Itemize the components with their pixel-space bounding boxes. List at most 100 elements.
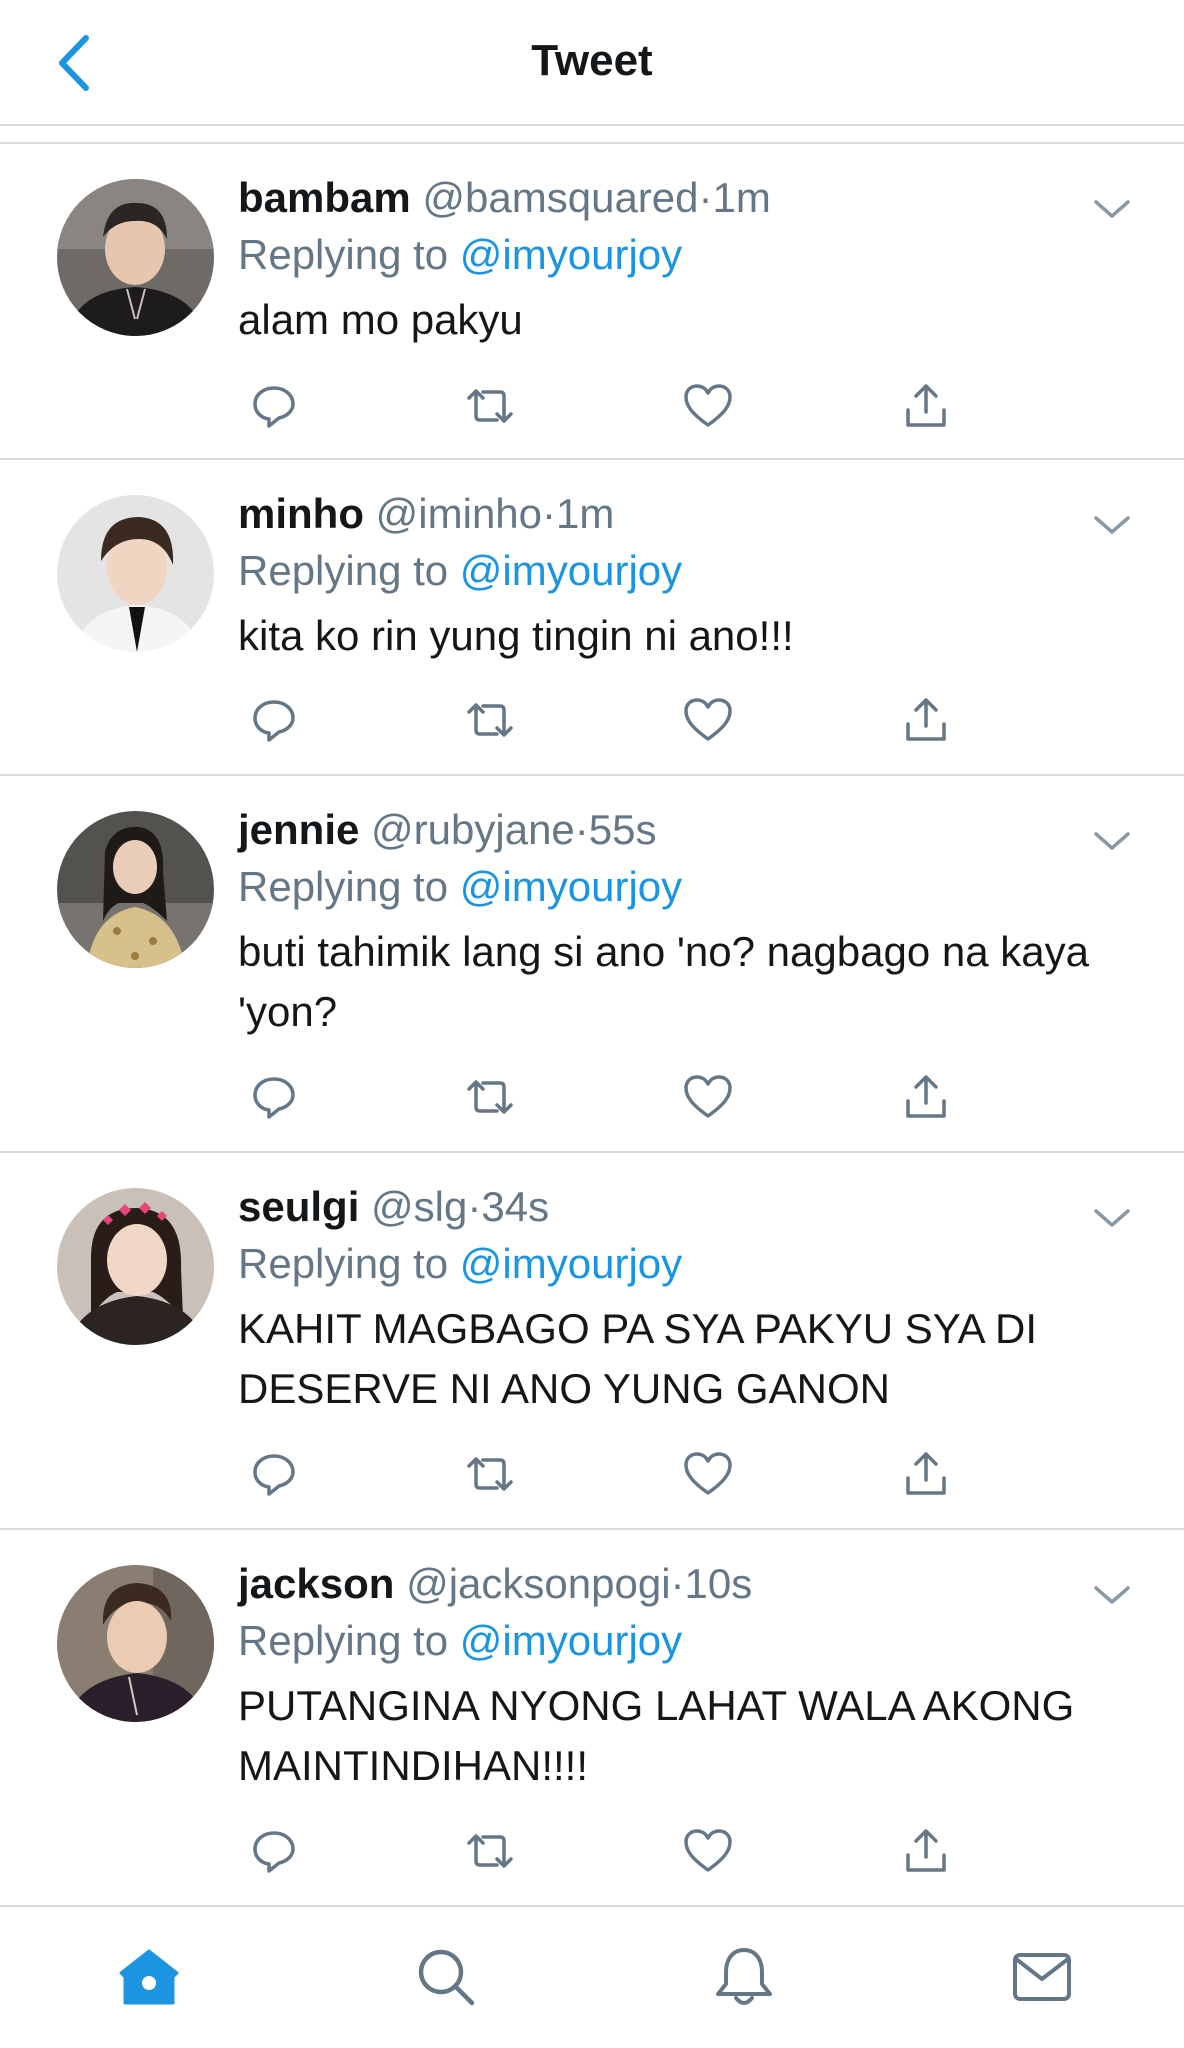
chevron-down-icon [1094, 1209, 1130, 1227]
replying-to-label: Replying to [238, 863, 449, 910]
avatar-image [57, 1565, 214, 1722]
tweet-actions [238, 690, 958, 750]
reply-button[interactable] [244, 1821, 304, 1881]
display-name[interactable]: seulgi [238, 1183, 359, 1230]
reply-icon [253, 386, 295, 428]
user-handle[interactable]: @slg [371, 1183, 467, 1230]
tweet-text: KAHIT MAGBAGO PA SYA PAKYU SYA DI DESERV… [238, 1305, 1038, 1412]
mention-link[interactable]: @imyourjoy [460, 1617, 682, 1664]
display-name[interactable]: bambam [238, 174, 411, 221]
tweet-options-button[interactable] [1092, 1203, 1132, 1233]
replying-to: Replying to @imyourjoy [238, 1235, 1104, 1293]
heart-icon [684, 698, 732, 741]
reply-button[interactable] [244, 376, 304, 436]
separator-dot: · [574, 806, 589, 853]
avatar[interactable] [57, 811, 214, 968]
like-button[interactable] [678, 690, 738, 750]
user-handle[interactable]: @rubyjane [371, 806, 575, 853]
chevron-down-icon [1094, 1586, 1130, 1604]
share-button[interactable] [896, 690, 956, 750]
search-icon [418, 1949, 475, 2006]
heart-icon [684, 1075, 732, 1118]
separator-dot: · [542, 490, 557, 537]
timestamp[interactable]: 34s [481, 1183, 549, 1230]
tweet-meta: bambam @bamsquared·1m [238, 170, 1104, 226]
timestamp[interactable]: 10s [685, 1560, 753, 1607]
timestamp[interactable]: 1m [713, 174, 771, 221]
retweet-button[interactable] [460, 690, 520, 750]
tab-search[interactable] [406, 1937, 486, 2017]
like-button[interactable] [678, 1821, 738, 1881]
share-button[interactable] [896, 1444, 956, 1504]
tweet-content: seulgi @slg·34s Replying to @imyourjoy K… [238, 1179, 1104, 1419]
page-title: Tweet [531, 36, 653, 85]
mention-link[interactable]: @imyourjoy [460, 547, 682, 594]
display-name[interactable]: jackson [238, 1560, 394, 1607]
share-button[interactable] [896, 1067, 956, 1127]
tweet-item[interactable]: minho @iminho·1m Replying to @imyourjoy … [0, 460, 1184, 776]
avatar[interactable] [57, 1188, 214, 1345]
tweet-text: alam mo pakyu [238, 296, 523, 343]
retweet-icon [467, 703, 513, 737]
tweet-options-button[interactable] [1092, 1580, 1132, 1610]
tab-notifications[interactable] [704, 1937, 784, 2017]
like-button[interactable] [678, 376, 738, 436]
heart-icon [684, 384, 732, 427]
reply-button[interactable] [244, 690, 304, 750]
tweet-item[interactable]: seulgi @slg·34s Replying to @imyourjoy K… [0, 1153, 1184, 1530]
tweet-content: minho @iminho·1m Replying to @imyourjoy … [238, 486, 1104, 666]
timestamp[interactable]: 55s [589, 806, 657, 853]
mention-link[interactable]: @imyourjoy [460, 1240, 682, 1287]
avatar-image [57, 495, 214, 652]
retweet-icon [467, 1834, 513, 1868]
display-name[interactable]: minho [238, 490, 364, 537]
tweet-meta: jennie @rubyjane·55s [238, 802, 1104, 858]
replying-to: Replying to @imyourjoy [238, 858, 1104, 916]
tweet-options-button[interactable] [1092, 510, 1132, 540]
top-bar: Tweet [0, 0, 1184, 126]
reply-button[interactable] [244, 1444, 304, 1504]
retweet-icon [467, 389, 513, 423]
replies-list: bambam @bamsquared·1m Replying to @imyou… [0, 144, 1184, 1907]
tweet-options-button[interactable] [1092, 194, 1132, 224]
timestamp[interactable]: 1m [556, 490, 614, 537]
like-button[interactable] [678, 1067, 738, 1127]
replying-to: Replying to @imyourjoy [238, 1612, 1104, 1670]
mention-link[interactable]: @imyourjoy [460, 231, 682, 278]
tweet-actions [238, 1067, 958, 1127]
avatar[interactable] [57, 179, 214, 336]
retweet-button[interactable] [460, 1067, 520, 1127]
avatar[interactable] [57, 1565, 214, 1722]
share-icon [906, 384, 946, 427]
replying-to: Replying to @imyourjoy [238, 226, 1104, 284]
chevron-down-icon [1094, 832, 1130, 850]
retweet-button[interactable] [460, 376, 520, 436]
tab-messages[interactable] [1002, 1937, 1082, 2017]
tweet-options-button[interactable] [1092, 826, 1132, 856]
avatar-image [57, 179, 214, 336]
retweet-button[interactable] [460, 1821, 520, 1881]
retweet-icon [467, 1457, 513, 1491]
mention-link[interactable]: @imyourjoy [460, 863, 682, 910]
tab-home[interactable] [109, 1937, 189, 2017]
share-button[interactable] [896, 1821, 956, 1881]
share-button[interactable] [896, 376, 956, 436]
user-handle[interactable]: @bamsquared [422, 174, 698, 221]
like-button[interactable] [678, 1444, 738, 1504]
share-icon [906, 1452, 946, 1495]
share-icon [906, 1075, 946, 1118]
user-handle[interactable]: @jacksonpogi [406, 1560, 670, 1607]
tweet-item[interactable]: jennie @rubyjane·55s Replying to @imyour… [0, 776, 1184, 1153]
user-handle[interactable]: @iminho [376, 490, 542, 537]
display-name[interactable]: jennie [238, 806, 359, 853]
tweet-text: buti tahimik lang si ano 'no? nagbago na… [238, 928, 1089, 1035]
tweet-item[interactable]: jackson @jacksonpogi·10s Replying to @im… [0, 1530, 1184, 1907]
reply-button[interactable] [244, 1067, 304, 1127]
avatar[interactable] [57, 495, 214, 652]
chevron-down-icon [1094, 516, 1130, 534]
avatar-image [57, 811, 214, 968]
bottom-tab-bar [0, 1905, 1184, 2048]
separator-dot: · [467, 1183, 482, 1230]
retweet-button[interactable] [460, 1444, 520, 1504]
tweet-item[interactable]: bambam @bamsquared·1m Replying to @imyou… [0, 144, 1184, 460]
